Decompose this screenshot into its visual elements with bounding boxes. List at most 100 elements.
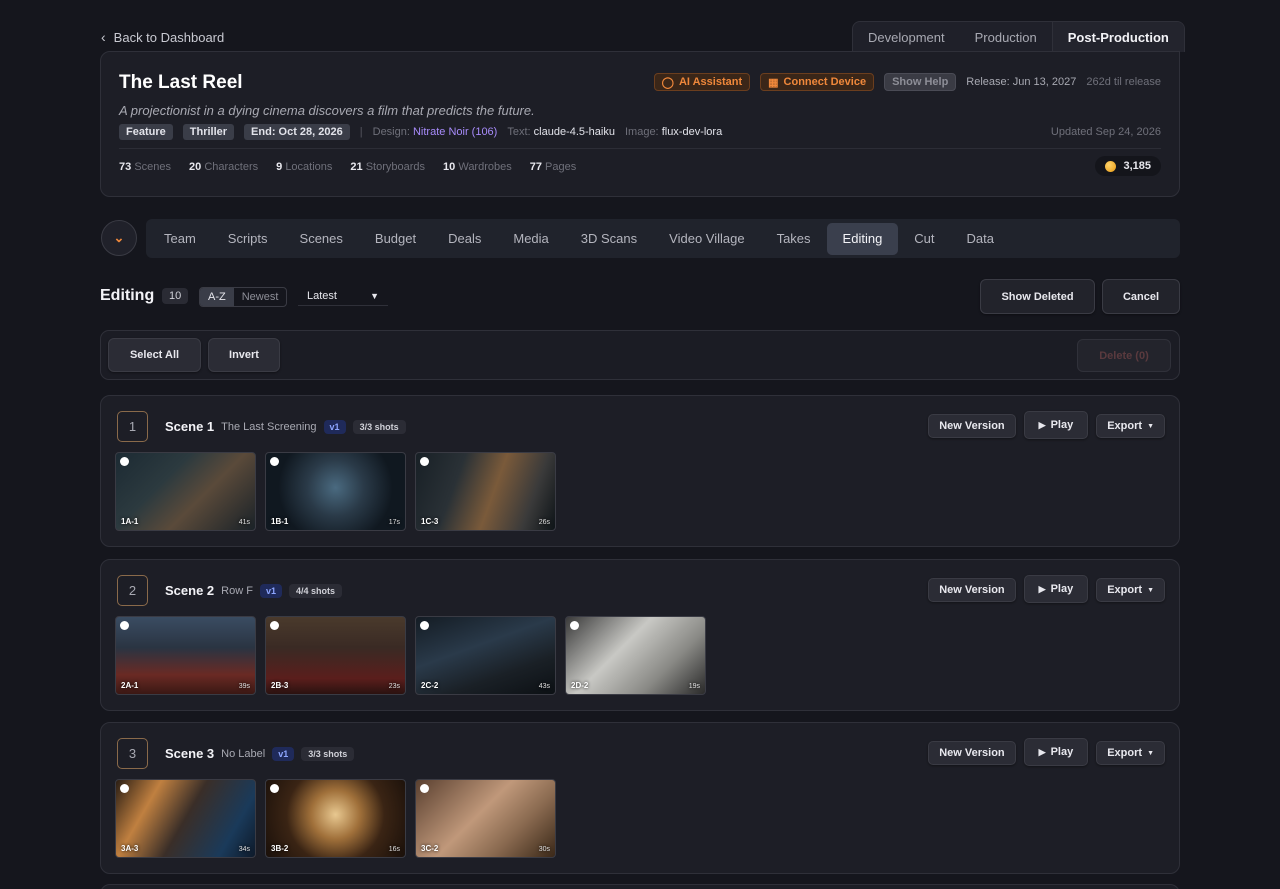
- select-all-button[interactable]: Select All: [108, 338, 201, 372]
- section-nav: Team Scripts Scenes Budget Deals Media 3…: [146, 219, 1180, 258]
- nav-budget[interactable]: Budget: [359, 223, 432, 255]
- shots-badge: 3/3 shots: [352, 419, 406, 434]
- export-button[interactable]: Export ▼: [1096, 578, 1165, 602]
- connect-device-button[interactable]: ▦ Connect Device: [760, 73, 875, 91]
- chevron-left-icon: ‹: [101, 29, 106, 45]
- select-radio[interactable]: [420, 457, 429, 466]
- shot-duration: 39s: [238, 683, 250, 690]
- collapse-toggle-button[interactable]: ⌄: [101, 220, 137, 256]
- separator: |: [359, 126, 363, 138]
- updated-date: Updated Sep 24, 2026: [1050, 126, 1161, 138]
- play-label: Play: [1050, 419, 1074, 431]
- nav-media[interactable]: Media: [497, 223, 564, 255]
- connect-device-label: Connect Device: [783, 76, 867, 88]
- select-radio[interactable]: [570, 621, 579, 630]
- scene-actions: New Version ▶ Play Export ▼: [928, 411, 1165, 439]
- sort-toggle: A-Z Newest: [199, 287, 288, 307]
- release-countdown: 262d til release: [1086, 76, 1161, 88]
- shots-badge: 3/3 shots: [301, 746, 355, 761]
- shot-thumbnail[interactable]: 1B-1 17s: [265, 452, 406, 531]
- ai-assistant-button[interactable]: ◯ AI Assistant: [653, 73, 751, 91]
- coin-balance[interactable]: 3,185: [1095, 156, 1161, 176]
- play-button[interactable]: ▶ Play: [1023, 738, 1089, 766]
- image-model-info: Image: flux-dev-lora: [625, 126, 722, 138]
- shot-thumbnail[interactable]: 1C-3 26s: [415, 452, 556, 531]
- ai-assistant-label: AI Assistant: [678, 76, 743, 88]
- scene-label: Row F: [221, 584, 253, 597]
- shot-thumbnail[interactable]: 2A-1 39s: [115, 616, 256, 695]
- nav-takes[interactable]: Takes: [761, 223, 827, 255]
- nav-data[interactable]: Data: [951, 223, 1010, 255]
- export-button[interactable]: Export ▼: [1096, 741, 1165, 765]
- tab-development[interactable]: Development: [853, 22, 960, 52]
- play-button[interactable]: ▶ Play: [1023, 575, 1089, 603]
- stat-characters: 20 Characters: [189, 161, 259, 173]
- stat-wardrobes: 10 Wardrobes: [443, 161, 512, 173]
- shot-thumbnail[interactable]: 2B-3 23s: [265, 616, 406, 695]
- shot-duration: 41s: [238, 519, 250, 526]
- nav-scenes[interactable]: Scenes: [284, 223, 359, 255]
- nav-scripts[interactable]: Scripts: [212, 223, 284, 255]
- select-radio[interactable]: [270, 784, 279, 793]
- sort-az-option[interactable]: A-Z: [200, 288, 234, 306]
- shot-code: 2D-2: [571, 681, 589, 690]
- select-radio[interactable]: [120, 784, 129, 793]
- shot-thumbnail[interactable]: 3B-2 16s: [265, 779, 406, 858]
- new-version-button[interactable]: New Version: [928, 578, 1016, 602]
- nav-cut[interactable]: Cut: [898, 223, 950, 255]
- caret-down-icon: ▼: [1147, 422, 1154, 430]
- shot-code: 2A-1: [121, 681, 139, 690]
- version-filter-value: Latest: [307, 289, 337, 302]
- shots-badge: 4/4 shots: [288, 583, 342, 598]
- new-version-button[interactable]: New Version: [928, 741, 1016, 765]
- nav-editing[interactable]: Editing: [826, 222, 899, 255]
- shot-thumbnail[interactable]: 2C-2 43s: [415, 616, 556, 695]
- shot-thumbnail[interactable]: 2D-2 19s: [565, 616, 706, 695]
- editing-title: Editing: [100, 287, 155, 304]
- sort-newest-option[interactable]: Newest: [234, 288, 287, 306]
- version-badge: v1: [259, 583, 282, 598]
- cancel-button[interactable]: Cancel: [1102, 279, 1180, 314]
- stat-scenes: 73 Scenes: [119, 161, 172, 173]
- tab-production[interactable]: Production: [960, 22, 1052, 52]
- select-radio[interactable]: [270, 457, 279, 466]
- export-button[interactable]: Export ▼: [1096, 414, 1165, 438]
- tag-genre: Thriller: [182, 124, 235, 140]
- nav-team[interactable]: Team: [148, 223, 212, 255]
- nav-3d-scans[interactable]: 3D Scans: [565, 223, 653, 255]
- select-radio[interactable]: [120, 621, 129, 630]
- project-tagline: A projectionist in a dying cinema discov…: [119, 103, 535, 118]
- tab-post-production[interactable]: Post-Production: [1051, 22, 1184, 52]
- design-value[interactable]: Nitrate Noir (106): [413, 126, 497, 138]
- tag-format: Feature: [119, 124, 173, 140]
- nav-deals[interactable]: Deals: [432, 223, 497, 255]
- play-button[interactable]: ▶ Play: [1023, 411, 1089, 439]
- version-filter-select[interactable]: Latest ▼: [298, 286, 388, 306]
- scene-name: Scene 1: [165, 419, 215, 434]
- invert-selection-button[interactable]: Invert: [208, 338, 280, 372]
- select-radio[interactable]: [270, 621, 279, 630]
- select-radio[interactable]: [120, 457, 129, 466]
- export-label: Export: [1107, 584, 1143, 596]
- coin-amount: 3,185: [1123, 160, 1151, 172]
- scene-card: 1 Scene 1 The Last Screening v1 3/3 shot…: [100, 395, 1180, 547]
- show-deleted-button[interactable]: Show Deleted: [980, 279, 1095, 314]
- play-icon: ▶: [1038, 746, 1046, 757]
- scene-card: 2 Scene 2 Row F v1 4/4 shots New Version…: [100, 559, 1180, 711]
- delete-button[interactable]: Delete (0): [1077, 339, 1171, 372]
- shot-thumbnail[interactable]: 3A-3 34s: [115, 779, 256, 858]
- back-to-dashboard-link[interactable]: ‹ Back to Dashboard: [101, 29, 224, 45]
- shot-thumbnail[interactable]: 3C-2 30s: [415, 779, 556, 858]
- shot-duration: 26s: [538, 519, 550, 526]
- show-help-button[interactable]: Show Help: [884, 73, 957, 91]
- new-version-button[interactable]: New Version: [928, 414, 1016, 438]
- select-radio[interactable]: [420, 621, 429, 630]
- shot-code: 1A-1: [121, 517, 139, 526]
- shot-thumbnail[interactable]: 1A-1 41s: [115, 452, 256, 531]
- shot-duration: 23s: [388, 683, 400, 690]
- select-radio[interactable]: [420, 784, 429, 793]
- shot-code: 2B-3: [271, 681, 289, 690]
- image-model-value: flux-dev-lora: [661, 126, 723, 138]
- nav-video-village[interactable]: Video Village: [653, 223, 760, 255]
- phase-tabs: Development Production Post-Production: [852, 21, 1185, 52]
